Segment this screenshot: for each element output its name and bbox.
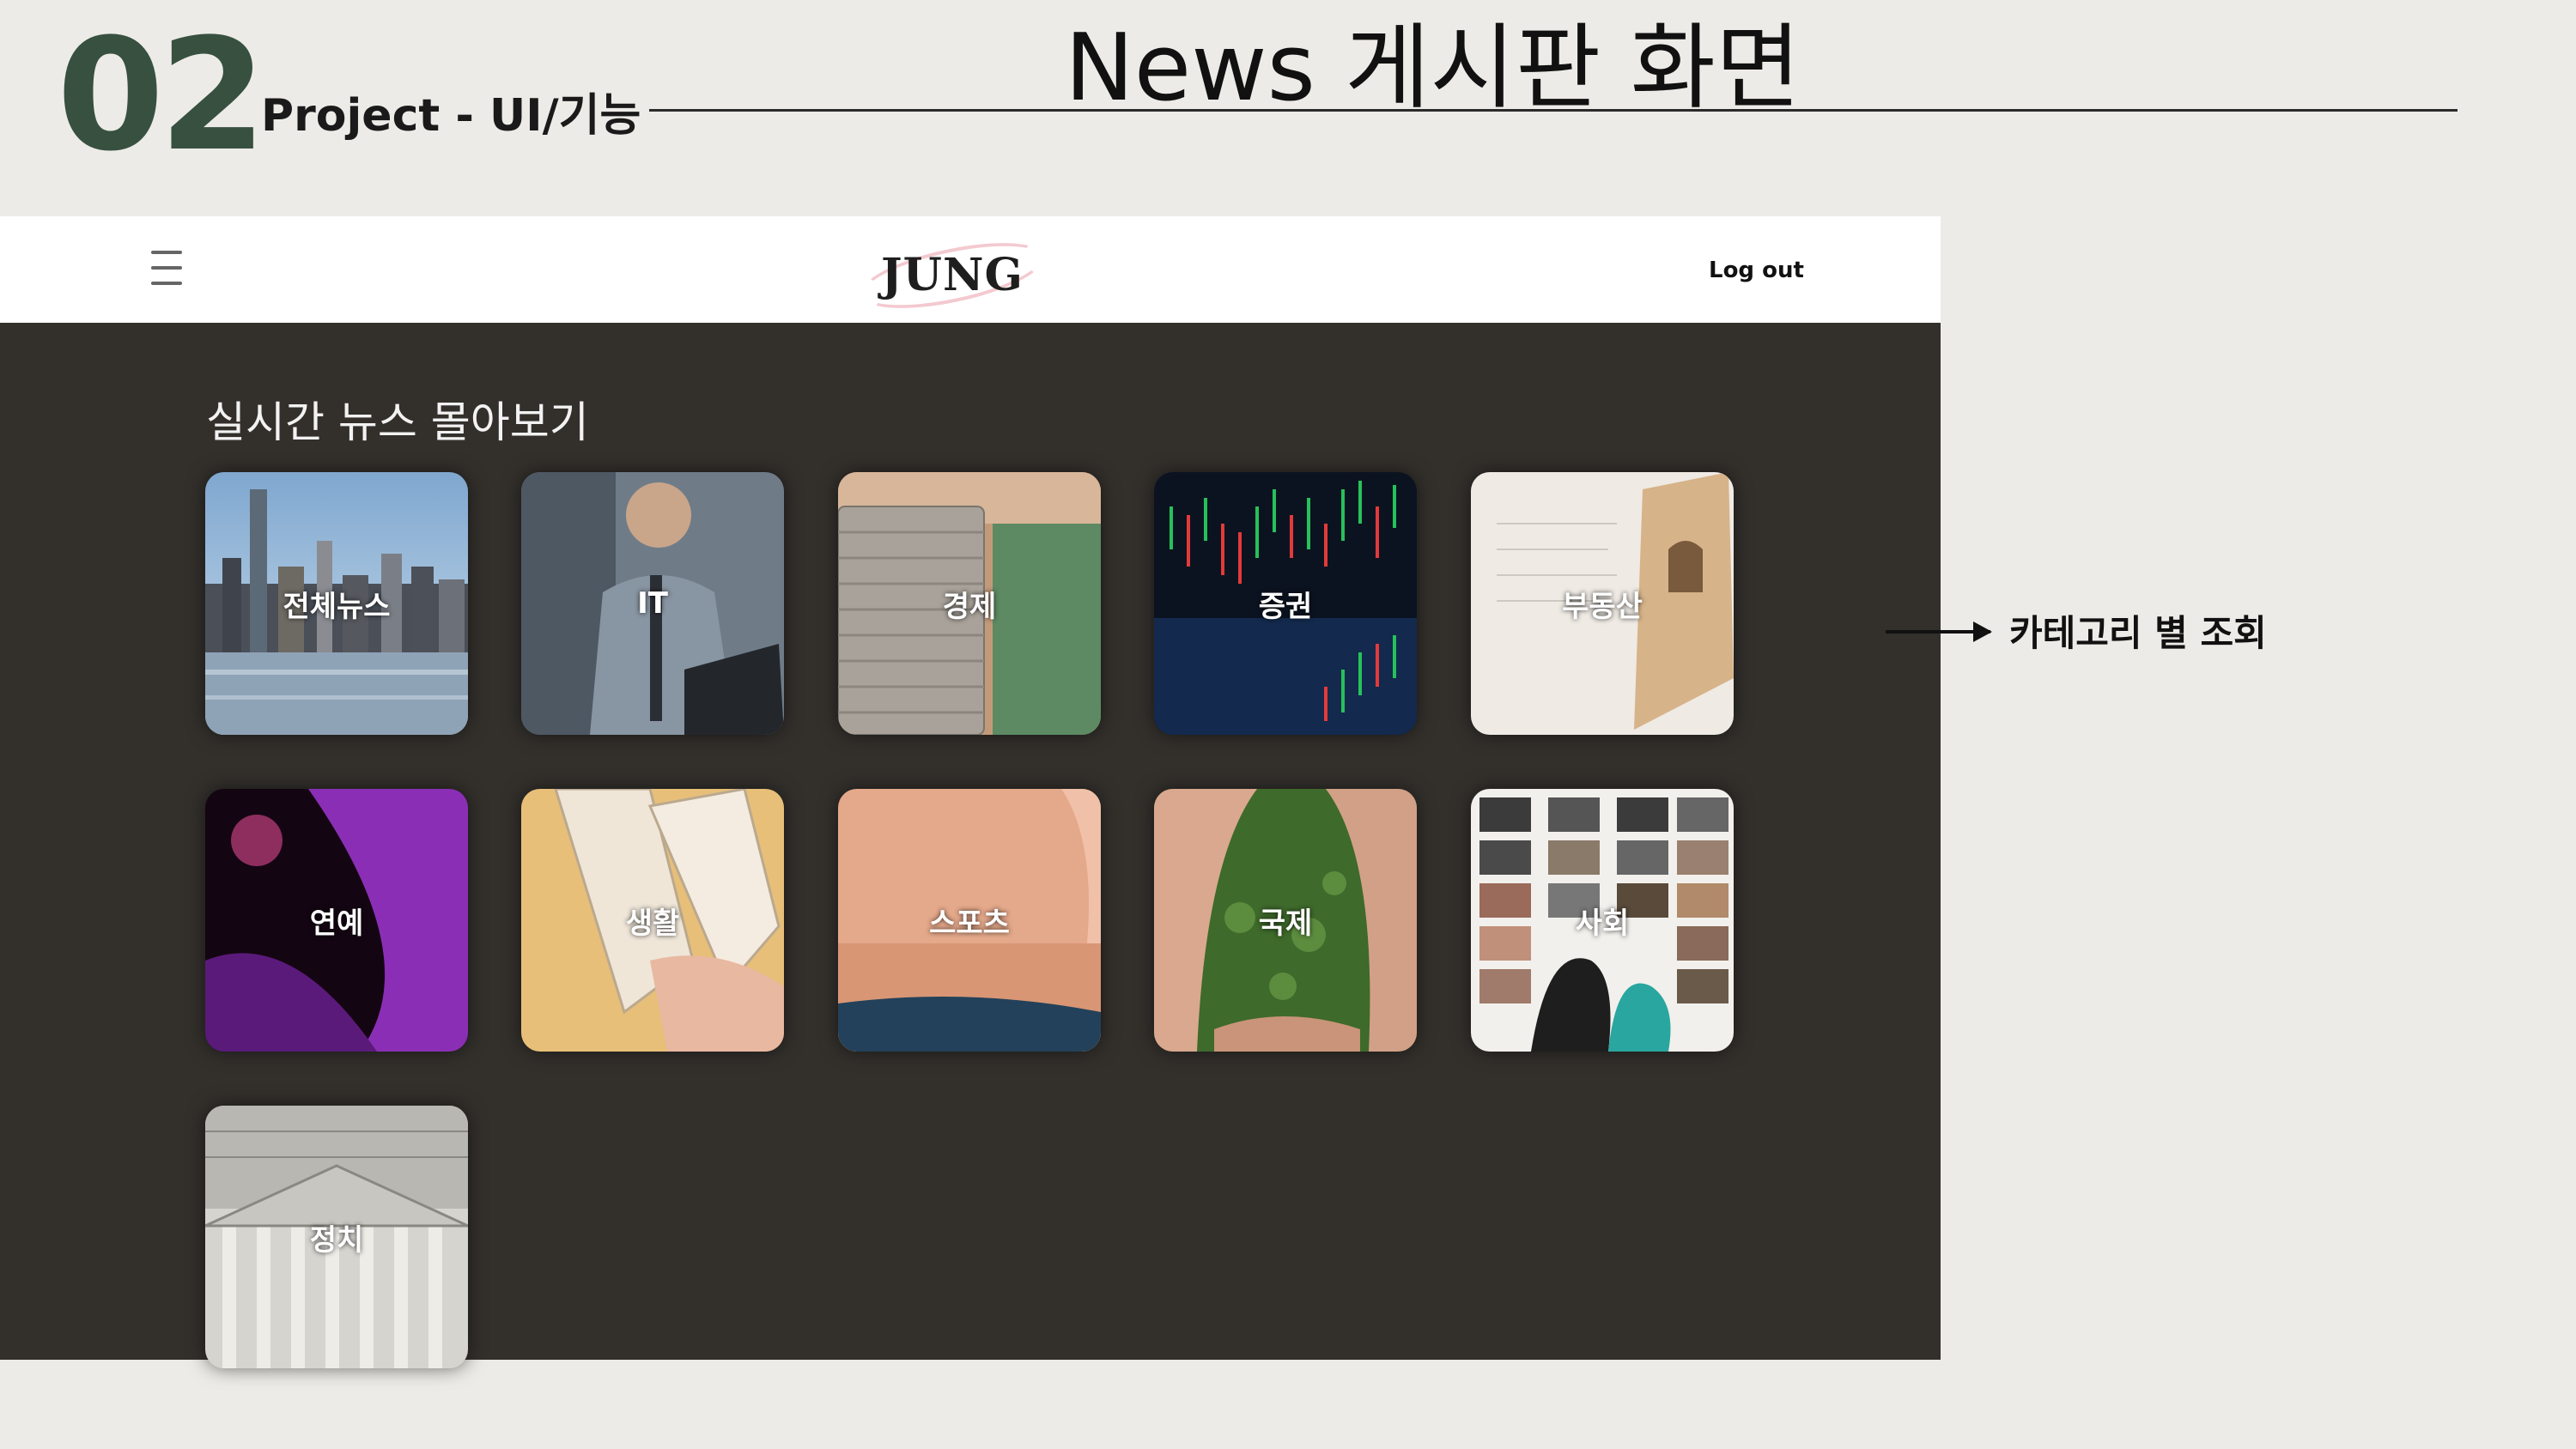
category-tile-economy[interactable]: 경제 — [838, 472, 1101, 735]
logo-text: JUNG — [881, 249, 1024, 301]
top-navbar: JUNG Log out — [0, 216, 1941, 323]
category-label: 스포츠 — [929, 906, 1010, 941]
slide-title: News 게시판 화면 — [1065, 15, 1801, 122]
slide-number: 02 — [57, 6, 266, 185]
category-tile-politics[interactable]: 정치 — [205, 1106, 468, 1368]
slide-subtitle: Project - UI/기능 — [261, 90, 641, 142]
header-divider — [649, 109, 2458, 112]
category-tile-all-news[interactable]: 전체뉴스 — [205, 472, 468, 735]
category-tile-stocks[interactable]: 증권 — [1154, 472, 1417, 735]
category-tile-sports[interactable]: 스포츠 — [838, 789, 1101, 1052]
category-label: IT — [637, 586, 668, 621]
logout-button[interactable]: Log out — [1709, 258, 1804, 283]
category-tile-real-estate[interactable]: 부동산 — [1471, 472, 1734, 735]
category-label: 증권 — [1258, 589, 1313, 624]
section-title: 실시간 뉴스 몰아보기 — [206, 397, 589, 447]
category-label: 생활 — [625, 906, 680, 941]
site-logo[interactable]: JUNG — [850, 230, 1056, 321]
app-screen: JUNG Log out 실시간 뉴스 몰아보기 전체뉴스 IT 경제 증권 부… — [0, 216, 1941, 1368]
category-tile-it[interactable]: IT — [521, 472, 784, 735]
hamburger-menu-icon[interactable] — [151, 251, 182, 285]
category-label: 전체뉴스 — [283, 589, 391, 624]
category-label: 연예 — [309, 906, 364, 941]
category-label: 사회 — [1575, 906, 1630, 941]
category-tile-international[interactable]: 국제 — [1154, 789, 1417, 1052]
category-label: 경제 — [942, 589, 997, 624]
category-tile-entertainment[interactable]: 연예 — [205, 789, 468, 1052]
category-label: 국제 — [1258, 906, 1313, 941]
category-label: 정치 — [309, 1222, 364, 1258]
category-tile-lifestyle[interactable]: 생활 — [521, 789, 784, 1052]
annotation-text: 카테고리 별 조회 — [2009, 612, 2267, 654]
category-label: 부동산 — [1562, 589, 1643, 624]
annotation-arrow-icon — [1886, 621, 1992, 642]
category-tile-society[interactable]: 사회 — [1471, 789, 1734, 1052]
